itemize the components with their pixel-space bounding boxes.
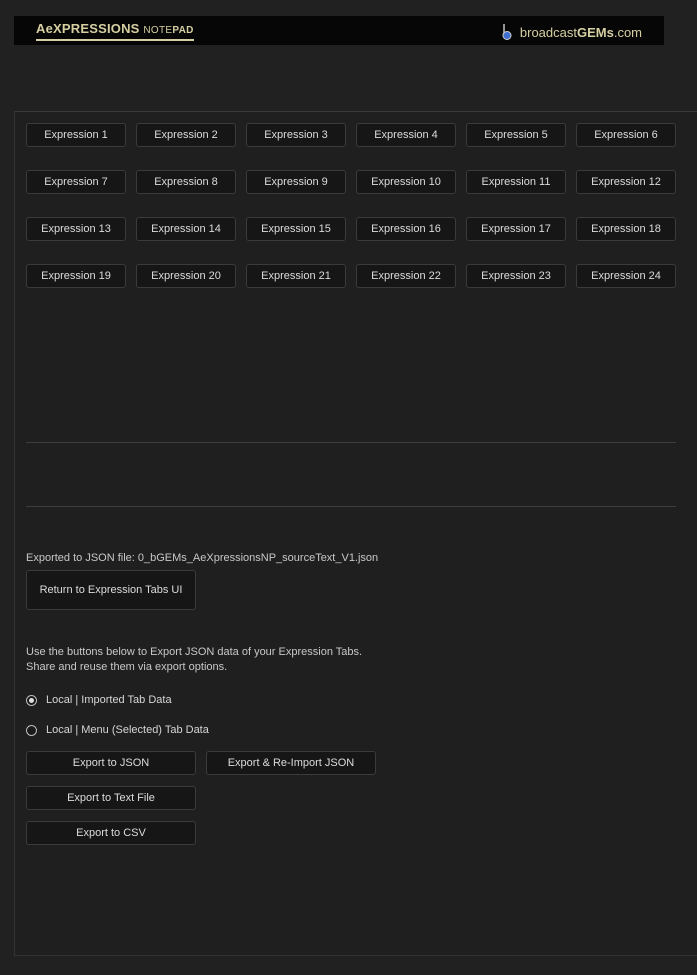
expression-tab-button[interactable]: Expression 20	[136, 264, 236, 288]
expression-tab-button[interactable]: Expression 18	[576, 217, 676, 241]
music-note-icon	[502, 24, 512, 40]
export-csv-button[interactable]: Export to CSV	[26, 821, 196, 845]
app-title-main: AeXPRESSIONS	[36, 21, 140, 36]
expression-tab-button[interactable]: Expression 12	[576, 170, 676, 194]
brand-bold: GEMs	[576, 24, 614, 40]
app-title-sub: NOTEPAD	[143, 25, 193, 36]
app-window: AeXPRESSIONS NOTEPAD broadcast GEMs .com E…	[0, 0, 697, 975]
export-info-line-2: Share and reuse them via export options.	[26, 661, 228, 673]
expression-tab-button[interactable]: Expression 9	[246, 170, 346, 194]
radio-label: Local | Imported Tab Data	[46, 694, 172, 706]
expression-tab-button[interactable]: Expression 11	[466, 170, 566, 194]
app-title-sub-light: NOTE	[143, 25, 173, 36]
app-title: AeXPRESSIONS NOTEPAD	[36, 21, 194, 41]
radio-local-menu[interactable]: Local | Menu (Selected) Tab Data	[26, 724, 209, 736]
expression-tab-button[interactable]: Expression 7	[26, 170, 126, 194]
expression-tab-button[interactable]: Expression 21	[246, 264, 346, 288]
header-bar: AeXPRESSIONS NOTEPAD broadcast GEMs .com	[14, 16, 664, 45]
divider	[26, 506, 676, 507]
expression-tab-button[interactable]: Expression 22	[356, 264, 456, 288]
expression-tab-button[interactable]: Expression 3	[246, 123, 346, 147]
expression-tab-button[interactable]: Expression 14	[136, 217, 236, 241]
expression-tab-button[interactable]: Expression 16	[356, 217, 456, 241]
expression-tab-button[interactable]: Expression 17	[466, 217, 566, 241]
expression-tab-button[interactable]: Expression 15	[246, 217, 346, 241]
expression-tab-button[interactable]: Expression 6	[576, 123, 676, 147]
expression-tab-button[interactable]: Expression 19	[26, 264, 126, 288]
radio-button-checked[interactable]	[26, 694, 37, 706]
expression-tab-button[interactable]: Expression 23	[466, 264, 566, 288]
expression-tab-button[interactable]: Expression 4	[356, 123, 456, 147]
expression-tab-button[interactable]: Expression 5	[466, 123, 566, 147]
export-info-line-1: Use the buttons below to Export JSON dat…	[26, 646, 363, 658]
main-panel: Expression 1 Expression 2 Expression 3 Expr…	[14, 111, 697, 956]
expression-tab-button[interactable]: Expression 13	[26, 217, 126, 241]
radio-local-imported[interactable]: Local | Imported Tab Data	[26, 694, 172, 706]
export-reimport-json-button[interactable]: Export & Re-Import JSON	[206, 751, 376, 775]
radio-button-unchecked[interactable]	[26, 724, 37, 736]
brand-prefix: broadcast	[519, 24, 577, 40]
expression-tab-grid: Expression 1 Expression 2 Expression 3 Expr…	[26, 123, 676, 288]
expression-tab-button[interactable]: Expression 2	[136, 123, 236, 147]
radio-label: Local | Menu (Selected) Tab Data	[46, 724, 209, 736]
expression-tab-button[interactable]: Expression 8	[136, 170, 236, 194]
export-json-button[interactable]: Export to JSON	[26, 751, 196, 775]
export-text-file-button[interactable]: Export to Text File	[26, 786, 196, 810]
divider	[26, 442, 676, 443]
return-to-tabs-button[interactable]: Return to Expression Tabs UI	[26, 570, 196, 610]
brand-link[interactable]: broadcast GEMs .com	[500, 23, 642, 41]
export-status-text: Exported to JSON file: 0_bGEMs_AeXpressi…	[26, 552, 379, 564]
expression-tab-button[interactable]: Expression 10	[356, 170, 456, 194]
brand-suffix: .com	[613, 24, 642, 40]
app-title-sub-bold: PAD	[172, 25, 194, 36]
export-info-text: Use the buttons below to Export JSON dat…	[26, 645, 362, 675]
expression-tab-button[interactable]: Expression 24	[576, 264, 676, 288]
expression-tab-button[interactable]: Expression 1	[26, 123, 126, 147]
